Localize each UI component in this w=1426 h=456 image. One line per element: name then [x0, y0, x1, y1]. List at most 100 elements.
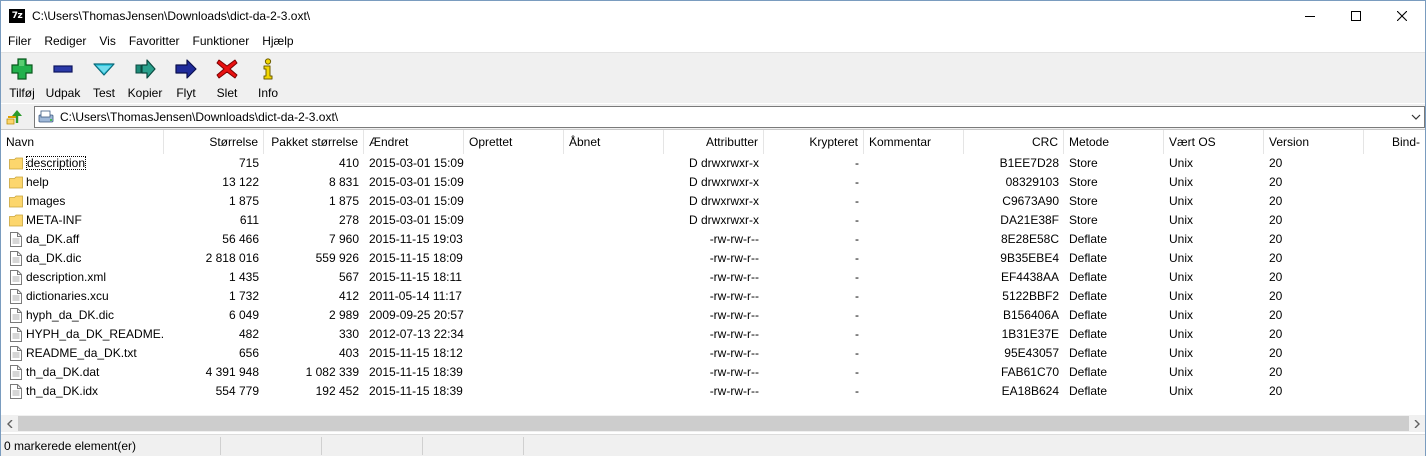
- name-cell[interactable]: description: [1, 154, 164, 173]
- table-row[interactable]: th_da_DK.dat 4 391 948 1 082 339 2015-11-15…: [1, 363, 1425, 382]
- column-header-version[interactable]: Version: [1264, 130, 1364, 154]
- column-header-encrypted[interactable]: Krypteret: [764, 130, 864, 154]
- up-folder-icon[interactable]: [6, 108, 24, 126]
- column-header-method[interactable]: Metode: [1064, 130, 1164, 154]
- size-cell: 554 779: [215, 384, 259, 398]
- scroll-right-button[interactable]: [1408, 415, 1425, 432]
- comment-cell: [864, 287, 964, 306]
- attributes-cell: D drwxrwxr-x: [689, 175, 759, 189]
- horizontal-scrollbar[interactable]: [1, 415, 1425, 432]
- name-cell[interactable]: description.xml: [1, 268, 164, 287]
- version-cell: 20: [1269, 346, 1283, 360]
- table-row[interactable]: da_DK.aff 56 466 7 960 2015-11-15 19:03 -rw-…: [1, 230, 1425, 249]
- delete-button[interactable]: Slet: [214, 57, 240, 101]
- version-cell: 20: [1269, 365, 1283, 379]
- minimize-button[interactable]: [1287, 1, 1333, 31]
- crc-cell: EF4438AA: [1000, 270, 1059, 284]
- version-cell: 20: [1269, 251, 1283, 265]
- menu-favorites[interactable]: Favoritter: [122, 31, 186, 52]
- name-cell[interactable]: README_da_DK.txt: [1, 344, 164, 363]
- size-cell: 6 049: [228, 308, 259, 322]
- menu-help[interactable]: Hjælp: [255, 31, 299, 52]
- file-name: da_DK.dic: [26, 251, 82, 265]
- size-cell: 715: [238, 156, 259, 170]
- close-button[interactable]: [1379, 1, 1425, 31]
- file-icon: [10, 365, 22, 380]
- move-button[interactable]: Flyt: [172, 57, 200, 101]
- method-cell: Deflate: [1069, 270, 1108, 284]
- file-name: da_DK.aff: [26, 232, 80, 246]
- host-os-cell: Unix: [1169, 213, 1194, 227]
- chevron-left-icon: [6, 419, 12, 428]
- host-os-cell: Unix: [1169, 232, 1194, 246]
- column-header-packed-size[interactable]: Pakket størrelse: [264, 130, 364, 154]
- move-arrow-icon: [175, 59, 197, 79]
- modified-cell: 2015-03-01 15:09: [369, 194, 464, 208]
- name-cell[interactable]: HYPH_da_DK_README....: [1, 325, 164, 344]
- packed-size-cell: 2 989: [328, 308, 359, 322]
- table-row[interactable]: description 715 410 2015-03-01 15:09 D drwxr…: [1, 154, 1425, 173]
- window-title: C:\Users\ThomasJensen\Downloads\dict-da-…: [32, 9, 311, 23]
- comment-cell: [864, 382, 964, 401]
- column-header-created[interactable]: Oprettet: [464, 130, 564, 154]
- table-row[interactable]: help 13 122 8 831 2015-03-01 15:09 D drwxrwx…: [1, 173, 1425, 192]
- size-cell: 2 818 016: [205, 251, 259, 265]
- table-row[interactable]: description.xml 1 435 567 2015-11-15 18:11 -…: [1, 268, 1425, 287]
- chevron-down-icon[interactable]: [1411, 112, 1421, 122]
- name-cell[interactable]: Images: [1, 192, 164, 211]
- table-row[interactable]: dictionaries.xcu 1 732 412 2011-05-14 11:17…: [1, 287, 1425, 306]
- created-cell: [464, 173, 564, 192]
- name-cell[interactable]: th_da_DK.idx: [1, 382, 164, 401]
- host-os-cell: Unix: [1169, 251, 1194, 265]
- menu-tools[interactable]: Funktioner: [186, 31, 256, 52]
- name-cell[interactable]: da_DK.aff: [1, 230, 164, 249]
- name-cell[interactable]: META-INF: [1, 211, 164, 230]
- copy-button[interactable]: Kopier: [126, 57, 164, 101]
- scrollbar-thumb[interactable]: [18, 416, 1409, 431]
- version-cell: 20: [1269, 213, 1283, 227]
- name-cell[interactable]: th_da_DK.dat: [1, 363, 164, 382]
- size-cell: 611: [239, 213, 259, 227]
- version-cell: 20: [1269, 232, 1283, 246]
- packed-size-cell: 567: [338, 270, 359, 284]
- column-header-host-os[interactable]: Vært OS: [1164, 130, 1264, 154]
- menu-edit[interactable]: Rediger: [37, 31, 92, 52]
- column-header-comment[interactable]: Kommentar: [864, 130, 964, 154]
- table-row[interactable]: da_DK.dic 2 818 016 559 926 2015-11-15 18:0…: [1, 249, 1425, 268]
- extract-button[interactable]: Udpak: [43, 57, 83, 101]
- name-cell[interactable]: help: [1, 173, 164, 192]
- table-row[interactable]: HYPH_da_DK_README.... 482 330 2012-07-13 22…: [1, 325, 1425, 344]
- crc-cell: 08329103: [1005, 175, 1059, 189]
- add-button[interactable]: Tilføj: [7, 57, 37, 101]
- column-header-volume[interactable]: Bind-: [1364, 130, 1425, 154]
- folder-icon: [9, 176, 23, 189]
- encrypted-cell: -: [855, 346, 859, 360]
- column-header-accessed[interactable]: Åbnet: [564, 130, 664, 154]
- add-label: Tilføj: [9, 86, 35, 100]
- column-header-crc[interactable]: CRC: [964, 130, 1064, 154]
- table-row[interactable]: Images 1 875 1 875 2015-03-01 15:09 D drwxrw…: [1, 192, 1425, 211]
- menu-view[interactable]: Vis: [92, 31, 121, 52]
- menu-file[interactable]: Filer: [1, 31, 37, 52]
- table-row[interactable]: README_da_DK.txt 656 403 2015-11-15 18:12 -r…: [1, 344, 1425, 363]
- comment-cell: [864, 325, 964, 344]
- name-cell[interactable]: hyph_da_DK.dic: [1, 306, 164, 325]
- column-header-modified[interactable]: Ændret: [364, 130, 464, 154]
- name-cell[interactable]: da_DK.dic: [1, 249, 164, 268]
- column-header-size[interactable]: Størrelse: [164, 130, 264, 154]
- info-button[interactable]: Info: [254, 57, 282, 101]
- column-header-attributes[interactable]: Attributter: [664, 130, 764, 154]
- table-row[interactable]: hyph_da_DK.dic 6 049 2 989 2009-09-25 20:57…: [1, 306, 1425, 325]
- status-panel-packed: [323, 437, 423, 455]
- column-header-name[interactable]: Navn: [1, 130, 164, 154]
- address-input[interactable]: C:\Users\ThomasJensen\Downloads\dict-da-…: [34, 106, 1425, 128]
- table-row[interactable]: th_da_DK.idx 554 779 192 452 2015-11-15 18:…: [1, 382, 1425, 401]
- test-button[interactable]: Test: [90, 57, 118, 101]
- file-name: Images: [26, 194, 66, 208]
- scroll-left-button[interactable]: [1, 415, 18, 432]
- version-cell: 20: [1269, 308, 1283, 322]
- maximize-button[interactable]: [1333, 1, 1379, 31]
- name-cell[interactable]: dictionaries.xcu: [1, 287, 164, 306]
- file-name: th_da_DK.idx: [26, 384, 99, 398]
- table-row[interactable]: META-INF 611 278 2015-03-01 15:09 D drwxrwxr…: [1, 211, 1425, 230]
